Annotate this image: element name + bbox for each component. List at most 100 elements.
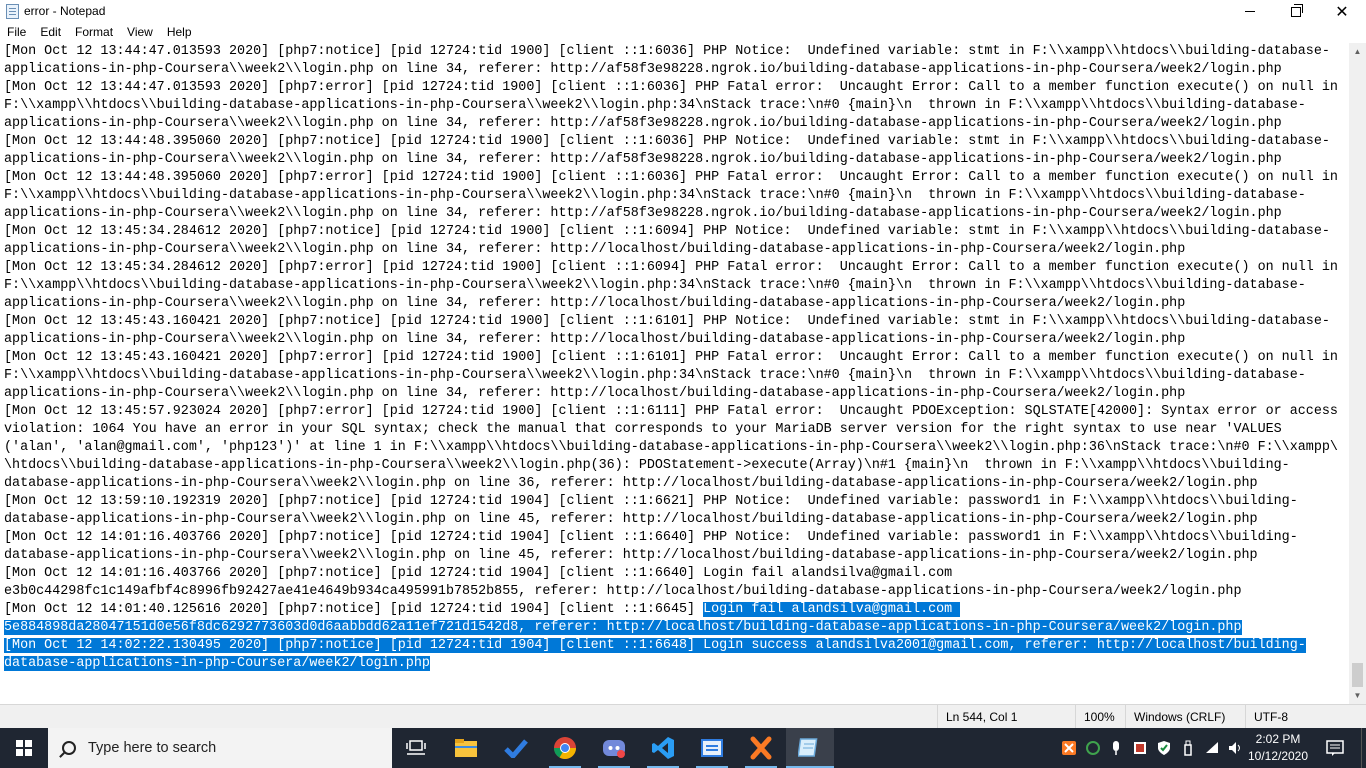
system-clock[interactable]: 2:02 PM 10/12/2020 [1246, 731, 1310, 765]
text-editor[interactable]: [Mon Oct 12 13:44:47.013593 2020] [php7:… [0, 43, 1349, 704]
menu-bar: File Edit Format View Help [0, 23, 1366, 43]
status-bar: Ln 544, Col 1 100% Windows (CRLF) UTF-8 [0, 704, 1366, 728]
log-line: violation: 1064 You have an error in you… [4, 421, 1338, 439]
notification-icon [1326, 740, 1344, 756]
volume-icon[interactable] [1223, 728, 1247, 768]
start-button[interactable] [0, 728, 48, 768]
log-line: applications-in-php-Coursera\\week2\\log… [4, 151, 1338, 169]
tray-app-icon[interactable] [1128, 728, 1152, 768]
discord-icon [603, 740, 625, 758]
log-line-text: [Mon Oct 12 14:01:16.403766 2020] [php7:… [4, 530, 1298, 545]
log-line: [Mon Oct 12 13:44:47.013593 2020] [php7:… [4, 79, 1338, 97]
log-line: 5e884898da28047151d0e56f8dc6292773603d0d… [4, 619, 1338, 637]
tray-status-icon[interactable] [1081, 728, 1105, 768]
notification-center-button[interactable] [1320, 728, 1350, 768]
log-line: database-applications-in-php-Coursera\\w… [4, 475, 1338, 493]
log-line: applications-in-php-Coursera\\week2\\log… [4, 205, 1338, 223]
scroll-up-arrow-icon[interactable]: ▲ [1349, 43, 1366, 60]
log-line-text: [Mon Oct 12 13:59:10.192319 2020] [php7:… [4, 494, 1298, 509]
log-line-text: [Mon Oct 12 13:45:34.284612 2020] [php7:… [4, 224, 1330, 239]
log-line: applications-in-php-Coursera\\week2\\log… [4, 241, 1338, 259]
discord-button[interactable] [590, 728, 638, 768]
minimize-button[interactable] [1227, 0, 1273, 23]
security-shield-icon[interactable] [1152, 728, 1176, 768]
menu-format[interactable]: Format [68, 23, 120, 43]
notepad-button[interactable] [786, 728, 834, 768]
app-window-icon [701, 739, 723, 757]
log-line-text: F:\\xampp\\htdocs\\building-database-app… [4, 368, 1306, 383]
maximize-button[interactable] [1273, 0, 1319, 23]
log-line: [Mon Oct 12 14:01:40.125616 2020] [php7:… [4, 601, 1338, 619]
log-line: database-applications-in-php-Coursera\\w… [4, 547, 1338, 565]
log-line: [Mon Oct 12 13:44:48.395060 2020] [php7:… [4, 133, 1338, 151]
log-line: applications-in-php-Coursera\\week2\\log… [4, 385, 1338, 403]
selected-text: [Mon Oct 12 14:02:22.130495 2020] [php7:… [4, 638, 1306, 653]
windows-logo-icon [16, 740, 32, 756]
log-line: applications-in-php-Coursera\\week2\\log… [4, 331, 1338, 349]
file-explorer-icon [455, 739, 477, 757]
todo-button[interactable] [492, 728, 540, 768]
clock-date: 10/12/2020 [1247, 749, 1309, 763]
log-line: [Mon Oct 12 13:59:10.192319 2020] [php7:… [4, 493, 1338, 511]
log-line: [Mon Oct 12 14:01:16.403766 2020] [php7:… [4, 529, 1338, 547]
log-line-text: [Mon Oct 12 13:45:34.284612 2020] [php7:… [4, 260, 1338, 275]
log-line: [Mon Oct 12 13:44:48.395060 2020] [php7:… [4, 169, 1338, 187]
file-explorer-button[interactable] [442, 728, 490, 768]
menu-view[interactable]: View [120, 23, 160, 43]
scroll-thumb[interactable] [1352, 663, 1363, 687]
log-line-text: database-applications-in-php-Coursera\\w… [4, 476, 1258, 491]
tray-xampp-icon[interactable] [1057, 728, 1081, 768]
log-text: [Mon Oct 12 13:44:47.013593 2020] [php7:… [4, 43, 1338, 673]
log-line: applications-in-php-Coursera\\week2\\log… [4, 61, 1338, 79]
cursor-position: Ln 544, Col 1 [937, 705, 1075, 728]
wifi-icon[interactable] [1200, 728, 1224, 768]
taskbar: Type here to search 2:02 PM 10/12/2020 [0, 728, 1366, 768]
vscode-icon [652, 737, 674, 759]
app-window-button[interactable] [688, 728, 736, 768]
log-line-text: applications-in-php-Coursera\\week2\\log… [4, 206, 1282, 221]
minimize-icon [1245, 11, 1255, 12]
log-line-text: database-applications-in-php-Coursera\\w… [4, 548, 1258, 563]
vscode-button[interactable] [639, 728, 687, 768]
taskbar-search-box[interactable]: Type here to search [48, 728, 392, 768]
menu-edit[interactable]: Edit [33, 23, 68, 43]
log-line-text: violation: 1064 You have an error in you… [4, 422, 1282, 437]
log-line-text: applications-in-php-Coursera\\week2\\log… [4, 242, 1186, 257]
title-bar: error - Notepad ✕ [0, 0, 1366, 23]
close-button[interactable]: ✕ [1319, 0, 1365, 23]
task-view-button[interactable] [392, 728, 440, 768]
todo-icon [504, 739, 528, 758]
menu-file[interactable]: File [0, 23, 33, 43]
show-desktop-button[interactable] [1361, 728, 1366, 768]
selected-text: 5e884898da28047151d0e56f8dc6292773603d0d… [4, 620, 1242, 635]
log-line: F:\\xampp\\htdocs\\building-database-app… [4, 187, 1338, 205]
log-line: [Mon Oct 12 13:45:34.284612 2020] [php7:… [4, 223, 1338, 241]
log-line-text: ('alan', 'alan@gmail.com', 'php123')' at… [4, 440, 1338, 455]
notepad-app-icon [6, 4, 19, 19]
log-line: [Mon Oct 12 13:45:57.923024 2020] [php7:… [4, 403, 1338, 421]
xampp-button[interactable] [737, 728, 785, 768]
microphone-icon[interactable] [1104, 728, 1128, 768]
log-line: database-applications-in-php-Coursera\\w… [4, 511, 1338, 529]
notepad-icon [798, 738, 818, 757]
scroll-down-arrow-icon[interactable]: ▼ [1349, 687, 1366, 704]
task-view-icon [406, 740, 426, 755]
log-line: F:\\xampp\\htdocs\\building-database-app… [4, 277, 1338, 295]
log-line: e3b0c44298fc1c149afbf4c8996fb92427ae41e4… [4, 583, 1338, 601]
log-line: [Mon Oct 12 13:45:34.284612 2020] [php7:… [4, 259, 1338, 277]
chrome-button[interactable] [541, 728, 589, 768]
log-line: ('alan', 'alan@gmail.com', 'php123')' at… [4, 439, 1338, 457]
menu-help[interactable]: Help [160, 23, 199, 43]
log-line: [Mon Oct 12 13:44:47.013593 2020] [php7:… [4, 43, 1338, 61]
vertical-scrollbar[interactable]: ▲ ▼ [1349, 43, 1366, 704]
log-line-text: applications-in-php-Coursera\\week2\\log… [4, 332, 1186, 347]
log-line: [Mon Oct 12 14:01:16.403766 2020] [php7:… [4, 565, 1338, 583]
log-line: applications-in-php-Coursera\\week2\\log… [4, 295, 1338, 313]
log-line: \htdocs\\building-database-applications-… [4, 457, 1338, 475]
window-title: error - Notepad [24, 4, 106, 18]
log-line-text: [Mon Oct 12 14:01:40.125616 2020] [php7:… [4, 602, 704, 617]
log-line: [Mon Oct 12 13:45:43.160421 2020] [php7:… [4, 313, 1338, 331]
close-icon: ✕ [1335, 3, 1349, 21]
log-line-text: [Mon Oct 12 13:44:47.013593 2020] [php7:… [4, 44, 1330, 59]
usb-device-icon[interactable] [1176, 728, 1200, 768]
